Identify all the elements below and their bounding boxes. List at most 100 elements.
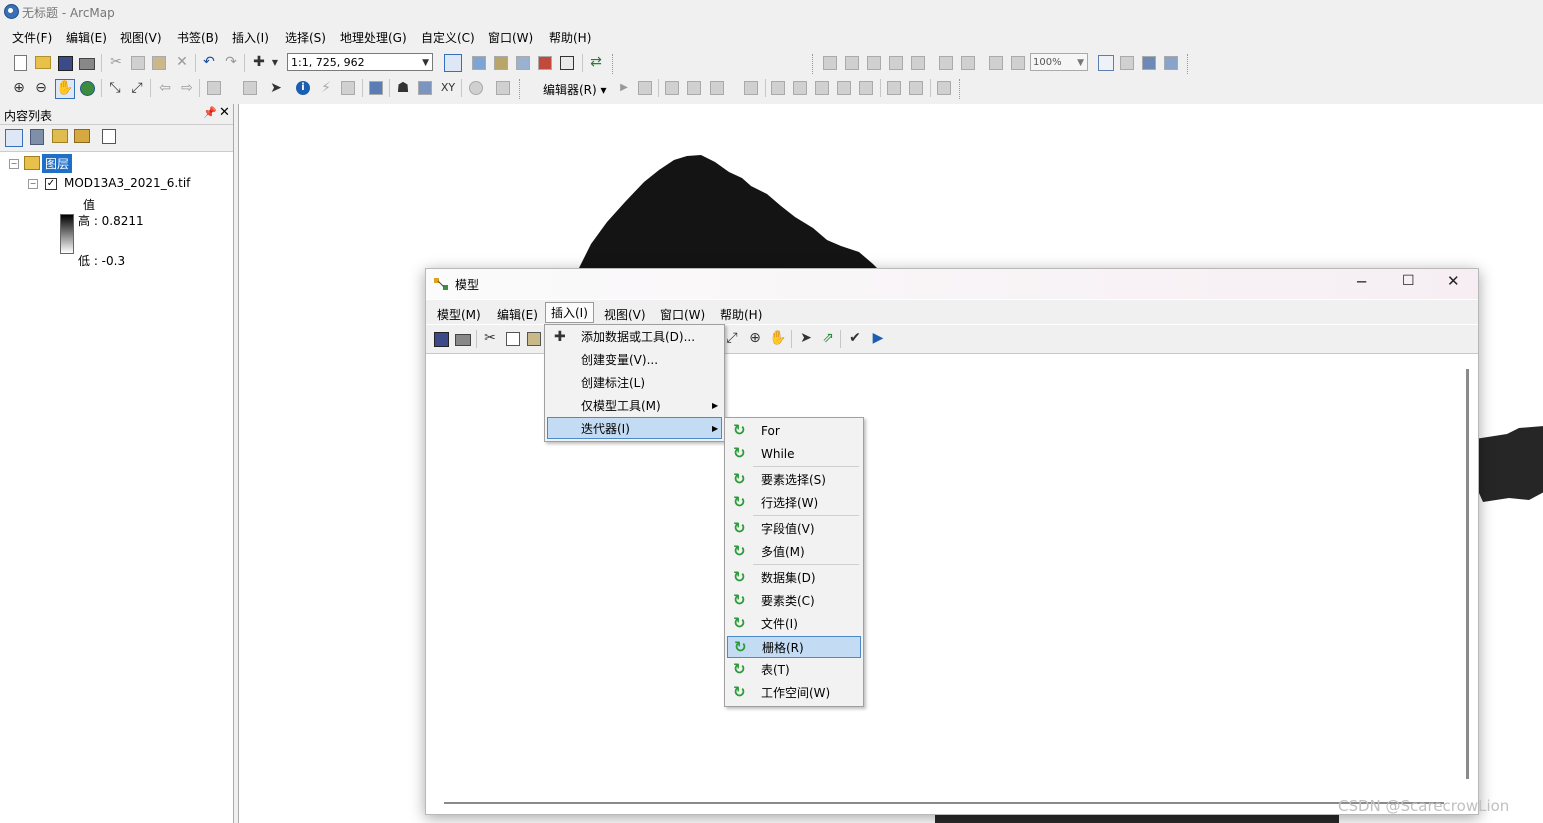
minimize-icon[interactable]: ─	[1357, 273, 1366, 291]
pin-icon[interactable]: 📌	[203, 106, 217, 119]
list-by-visibility-icon[interactable]	[52, 129, 68, 143]
cut-polygons-icon[interactable]	[815, 81, 829, 95]
iterator-row-selection[interactable]: ↻ 行选择(W)	[727, 492, 861, 514]
fixed-zoom-in-icon[interactable]	[939, 56, 953, 70]
end-point-arc-icon[interactable]	[687, 81, 701, 95]
toolbar-grip[interactable]	[812, 54, 819, 74]
create-features-icon[interactable]	[937, 81, 951, 95]
time-slider-icon[interactable]	[469, 81, 483, 95]
connect-icon[interactable]: ⇗	[820, 330, 836, 346]
fixed-zoom-in-icon[interactable]: ⤡	[107, 80, 123, 96]
menu-bookmarks[interactable]: 书签(B)	[177, 29, 219, 46]
model-menu-view[interactable]: 视图(V)	[604, 306, 646, 323]
iterator-rasters[interactable]: ↻ 栅格(R)	[727, 636, 861, 658]
run-icon[interactable]: ▶	[870, 330, 886, 346]
menu-selection[interactable]: 选择(S)	[285, 29, 326, 46]
collapse-icon[interactable]: −	[9, 159, 19, 169]
edit-tool-icon[interactable]: ▶	[616, 80, 632, 96]
delete-icon[interactable]: ✕	[174, 54, 190, 70]
menu-help[interactable]: 帮助(H)	[549, 29, 591, 46]
print-icon[interactable]	[79, 58, 95, 70]
iterator-workspaces[interactable]: ↻ 工作空间(W)	[727, 682, 861, 704]
split-tool-icon[interactable]	[837, 81, 851, 95]
go-back-extent-icon[interactable]	[989, 56, 1003, 70]
focus-data-frame-icon[interactable]	[1120, 56, 1134, 70]
data-frame-label[interactable]: 图层	[42, 154, 73, 173]
copy-icon[interactable]	[131, 56, 145, 70]
iterator-for[interactable]: ↻ For	[727, 420, 861, 442]
menu-item-add-data[interactable]: ✚ 添加数据或工具(D)...	[547, 326, 722, 348]
undo-icon[interactable]: ↶	[201, 54, 217, 70]
zoom-out-icon[interactable]: ⊖	[33, 80, 49, 96]
measure-icon[interactable]	[369, 81, 383, 95]
clear-selection-icon[interactable]	[243, 81, 257, 95]
save-icon[interactable]	[58, 56, 73, 71]
menu-view[interactable]: 视图(V)	[120, 29, 162, 46]
zoom-in-icon[interactable]: ⊕	[11, 80, 27, 96]
close-icon[interactable]: ✕	[219, 105, 230, 120]
point-icon[interactable]	[744, 81, 758, 95]
save-icon[interactable]	[434, 332, 449, 347]
layout-zoom-out-icon[interactable]	[845, 56, 859, 70]
chevron-down-icon[interactable]: ▼	[267, 55, 283, 71]
create-viewer-icon[interactable]	[496, 81, 510, 95]
layout-zoom-select[interactable]: 100% ▼	[1030, 53, 1088, 71]
edit-annotation-icon[interactable]	[638, 81, 652, 95]
menu-item-iterators[interactable]: 迭代器(I) ▶	[547, 417, 722, 439]
model-builder-icon[interactable]: ⇄	[588, 54, 604, 70]
validate-icon[interactable]: ✔	[847, 330, 863, 346]
iterator-field-value[interactable]: ↻ 字段值(V)	[727, 518, 861, 540]
find-route-icon[interactable]	[418, 81, 432, 95]
vertical-scrollbar[interactable]	[1466, 369, 1469, 779]
sketch-properties-icon[interactable]	[909, 81, 923, 95]
edit-vertices-icon[interactable]	[771, 81, 785, 95]
copy-icon[interactable]	[506, 332, 520, 346]
cut-icon[interactable]: ✂	[108, 54, 124, 70]
iterator-feature-classes[interactable]: ↻ 要素类(C)	[727, 590, 861, 612]
trace-icon[interactable]	[710, 81, 724, 95]
change-layout-icon[interactable]	[1142, 56, 1156, 70]
model-title-bar[interactable]: 模型 ─ ☐ ✕	[426, 269, 1478, 299]
options-icon[interactable]	[102, 129, 116, 144]
editor-menu[interactable]: 编辑器(R) ▾	[543, 81, 607, 98]
go-forward-icon[interactable]: ⇨	[179, 80, 195, 96]
layout-pan-icon[interactable]	[867, 56, 881, 70]
zoom-100-icon[interactable]	[911, 56, 925, 70]
horizontal-scrollbar[interactable]	[444, 802, 1444, 804]
find-icon[interactable]: ☗	[395, 80, 411, 96]
reshape-feature-icon[interactable]	[793, 81, 807, 95]
redo-icon[interactable]: ↷	[223, 54, 239, 70]
list-by-selection-icon[interactable]	[74, 129, 90, 143]
fixed-zoom-out-icon[interactable]	[961, 56, 975, 70]
new-document-icon[interactable]	[14, 55, 27, 71]
paste-icon[interactable]	[527, 332, 541, 346]
toolbar-grip[interactable]	[612, 54, 619, 74]
toolbar-grip[interactable]	[519, 79, 526, 99]
toggle-draft-mode-icon[interactable]	[1098, 55, 1114, 71]
fixed-zoom-out-icon[interactable]: ⤢	[129, 80, 145, 96]
model-menu-edit[interactable]: 编辑(E)	[497, 306, 538, 323]
toolbar-grip[interactable]	[1187, 54, 1194, 74]
list-by-drawing-order-icon[interactable]	[5, 129, 23, 147]
toc-window-icon[interactable]	[472, 56, 486, 70]
iterator-datasets[interactable]: ↻ 数据集(D)	[727, 567, 861, 589]
maximize-icon[interactable]: ☐	[1402, 273, 1415, 289]
full-extent-icon[interactable]: ⤢	[724, 330, 740, 346]
menu-file[interactable]: 文件(F)	[12, 29, 52, 46]
iterator-while[interactable]: ↻ While	[727, 443, 861, 465]
collapse-icon[interactable]: −	[28, 179, 38, 189]
model-menu-windows[interactable]: 窗口(W)	[660, 306, 705, 323]
iterator-multivalue[interactable]: ↻ 多值(M)	[727, 541, 861, 563]
iterator-tables[interactable]: ↻ 表(T)	[727, 659, 861, 681]
menu-geoprocessing[interactable]: 地理处理(G)	[340, 29, 407, 46]
select-elements-icon[interactable]: ➤	[268, 80, 284, 96]
arctoolbox-icon[interactable]	[538, 56, 552, 70]
globe-icon[interactable]	[80, 81, 95, 96]
search-window-icon[interactable]	[516, 56, 530, 70]
cut-icon[interactable]: ✂	[482, 330, 498, 346]
iterator-files[interactable]: ↻ 文件(I)	[727, 613, 861, 635]
catalog-window-icon[interactable]	[494, 56, 508, 70]
menu-item-create-variable[interactable]: 创建变量(V)...	[547, 349, 722, 371]
straight-segment-icon[interactable]	[665, 81, 679, 95]
python-window-icon[interactable]	[560, 56, 574, 70]
